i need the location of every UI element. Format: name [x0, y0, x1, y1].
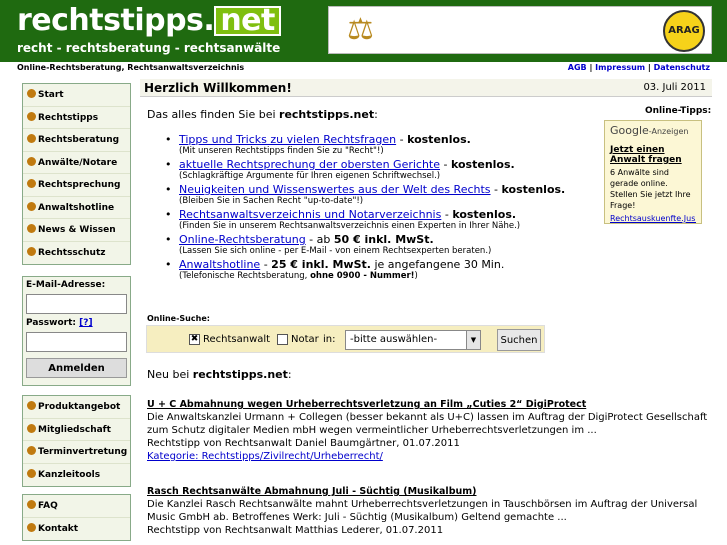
ad-banner[interactable]: ⚖ ARAG [328, 6, 712, 54]
main-nav: Start Rechtstipps Rechtsberatung Anwälte… [22, 83, 131, 265]
secondary-nav: Produktangebot Mitgliedschaft Terminvert… [22, 395, 131, 487]
list-item: Rechtsanwaltsverzeichnis und Notarverzei… [165, 208, 585, 231]
chevron-down-icon: ▼ [466, 331, 480, 349]
in-label: in: [323, 334, 336, 345]
password-help-link[interactable]: [?] [79, 318, 92, 328]
login-button[interactable]: Anmelden [26, 358, 127, 378]
nav-item-terminvertretung[interactable]: Terminvertretung [23, 441, 130, 464]
list-item: Anwaltshotline - 25 € inkl. MwSt. je ang… [165, 258, 585, 281]
main-header: Herzlich Willkommen! 03. Juli 2011 [140, 79, 712, 97]
feature-link[interactable]: Anwaltshotline [179, 258, 260, 271]
nav-icon [27, 224, 36, 233]
list-item: Tipps und Tricks zu vielen Rechtsfragen … [165, 133, 585, 156]
search-label: Online-Suche: [147, 314, 210, 323]
news-article: Rasch Rechtsanwälte Abmahnung Juli - Süc… [147, 485, 712, 537]
search-bar: ✖ Rechtsanwalt Notar in: -bitte auswähle… [146, 325, 545, 353]
intro-text: Das alles finden Sie bei rechtstipps.net… [147, 108, 378, 121]
article-category-link[interactable]: Kategorie: Rechtstipps/Zivilrecht/Urhebe… [147, 451, 383, 462]
nav-icon [27, 401, 36, 410]
email-label: E-Mail-Adresse: [26, 280, 106, 290]
sub-bar: Online-Rechtsberatung, Rechtsanwaltsverz… [0, 62, 727, 76]
nav-item-kanzleitools[interactable]: Kanzleitools [23, 464, 130, 487]
news-label: Neu bei rechtstipps.net: [147, 368, 292, 381]
nav-item-anwaelte-notare[interactable]: Anwälte/Notare [23, 152, 130, 174]
feature-link[interactable]: Neuigkeiten und Wissenswertes aus der We… [179, 183, 491, 196]
list-item: aktuelle Rechtsprechung der obersten Ger… [165, 158, 585, 181]
list-item: Online-Rechtsberatung - ab 50 € inkl. Mw… [165, 233, 585, 256]
ad-url-link[interactable]: Rechtsauskuenfte.Jus... [610, 214, 696, 223]
tertiary-nav: FAQ Kontakt [22, 494, 131, 541]
nav-item-rechtsschutz[interactable]: Rechtsschutz [23, 242, 130, 265]
site-logo[interactable]: rechtstipps. net [17, 6, 281, 36]
page-title: Herzlich Willkommen! [144, 81, 292, 95]
nav-icon [27, 89, 36, 98]
link-impressum[interactable]: Impressum [595, 63, 645, 72]
password-field[interactable] [26, 332, 127, 352]
nav-item-start[interactable]: Start [23, 84, 130, 107]
notar-label: Notar [291, 334, 319, 345]
article-title-link[interactable]: Rasch Rechtsanwälte Abmahnung Juli - Süc… [147, 485, 712, 498]
nav-icon [27, 423, 36, 433]
feature-list: Tipps und Tricks zu vielen Rechtsfragen … [165, 133, 585, 283]
sub-bar-text: Online-Rechtsberatung, Rechtsanwaltsverz… [17, 63, 245, 72]
nav-icon [27, 134, 36, 143]
article-meta: Rechtstipp von Rechtsanwalt Matthias Led… [147, 525, 444, 536]
email-field[interactable] [26, 294, 127, 314]
news-article: U + C Abmahnung wegen Urheberrechtsverle… [147, 398, 712, 463]
nav-item-news-wissen[interactable]: News & Wissen [23, 219, 130, 242]
site-header: rechtstipps. net recht - rechtsberatung -… [0, 0, 727, 62]
nav-item-kontakt[interactable]: Kontakt [23, 518, 130, 541]
notar-checkbox[interactable] [277, 334, 288, 345]
nav-icon [27, 446, 36, 455]
nav-icon [27, 201, 36, 211]
nav-icon [27, 522, 36, 532]
nav-icon [27, 179, 36, 188]
region-select[interactable]: -bitte auswählen- ▼ [345, 330, 481, 350]
nav-item-mitgliedschaft[interactable]: Mitgliedschaft [23, 419, 130, 441]
nav-icon [27, 111, 36, 121]
link-agb[interactable]: AGB [568, 63, 587, 72]
feature-link[interactable]: Tipps und Tricks zu vielen Rechtsfragen [179, 133, 396, 146]
page-date: 03. Juli 2011 [643, 82, 706, 93]
site-tagline: recht - rechtsberatung - rechtsanwälte [17, 41, 281, 55]
ad-text: 6 Anwälte sind gerade online. Stellen Si… [610, 168, 691, 210]
feature-link[interactable]: aktuelle Rechtsprechung der obersten Ger… [179, 158, 440, 171]
online-tipps-label: Online-Tipps: [645, 106, 712, 116]
rechtsanwalt-checkbox[interactable]: ✖ [189, 334, 200, 345]
rechtsanwalt-label: Rechtsanwalt [203, 334, 271, 345]
scales-icon: ⚖ [347, 12, 374, 47]
nav-item-produktangebot[interactable]: Produktangebot [23, 396, 130, 419]
footer-links: AGB | Impressum | Datenschutz [567, 63, 710, 72]
search-button[interactable]: Suchen [497, 329, 541, 351]
article-title-link[interactable]: U + C Abmahnung wegen Urheberrechtsverle… [147, 398, 712, 411]
nav-item-faq[interactable]: FAQ [23, 495, 130, 518]
nav-item-rechtsberatung[interactable]: Rechtsberatung [23, 129, 130, 152]
nav-icon [27, 156, 36, 166]
arag-logo: ARAG [663, 10, 705, 52]
google-ads-label: Google-Anzeigen [610, 124, 689, 137]
list-item: Neuigkeiten und Wissenswertes aus der We… [165, 183, 585, 206]
feature-link[interactable]: Rechtsanwaltsverzeichnis und Notarverzei… [179, 208, 441, 221]
nav-icon [27, 468, 36, 478]
article-body: Die Kanzlei Rasch Rechtsanwälte mahnt Ur… [147, 499, 698, 523]
article-meta: Rechtstipp von Rechtsanwalt Daniel Baumg… [147, 438, 460, 449]
nav-icon [27, 500, 36, 509]
password-label: Passwort: [?] [26, 318, 93, 328]
article-body: Die Anwaltskanzlei Urmann + Collegen (be… [147, 412, 708, 436]
nav-item-anwaltshotline[interactable]: Anwaltshotline [23, 197, 130, 219]
feature-link[interactable]: Online-Rechtsberatung [179, 233, 306, 246]
google-ad-box: Google-Anzeigen Jetzt einen Anwalt frage… [604, 120, 702, 224]
nav-item-rechtsprechung[interactable]: Rechtsprechung [23, 174, 130, 197]
login-box: E-Mail-Adresse: Passwort: [?] Anmelden [22, 276, 131, 386]
link-datenschutz[interactable]: Datenschutz [654, 63, 710, 72]
ad-title-link[interactable]: Jetzt einen Anwalt fragen [610, 145, 696, 165]
nav-item-rechtstipps[interactable]: Rechtstipps [23, 107, 130, 129]
nav-icon [27, 246, 36, 256]
